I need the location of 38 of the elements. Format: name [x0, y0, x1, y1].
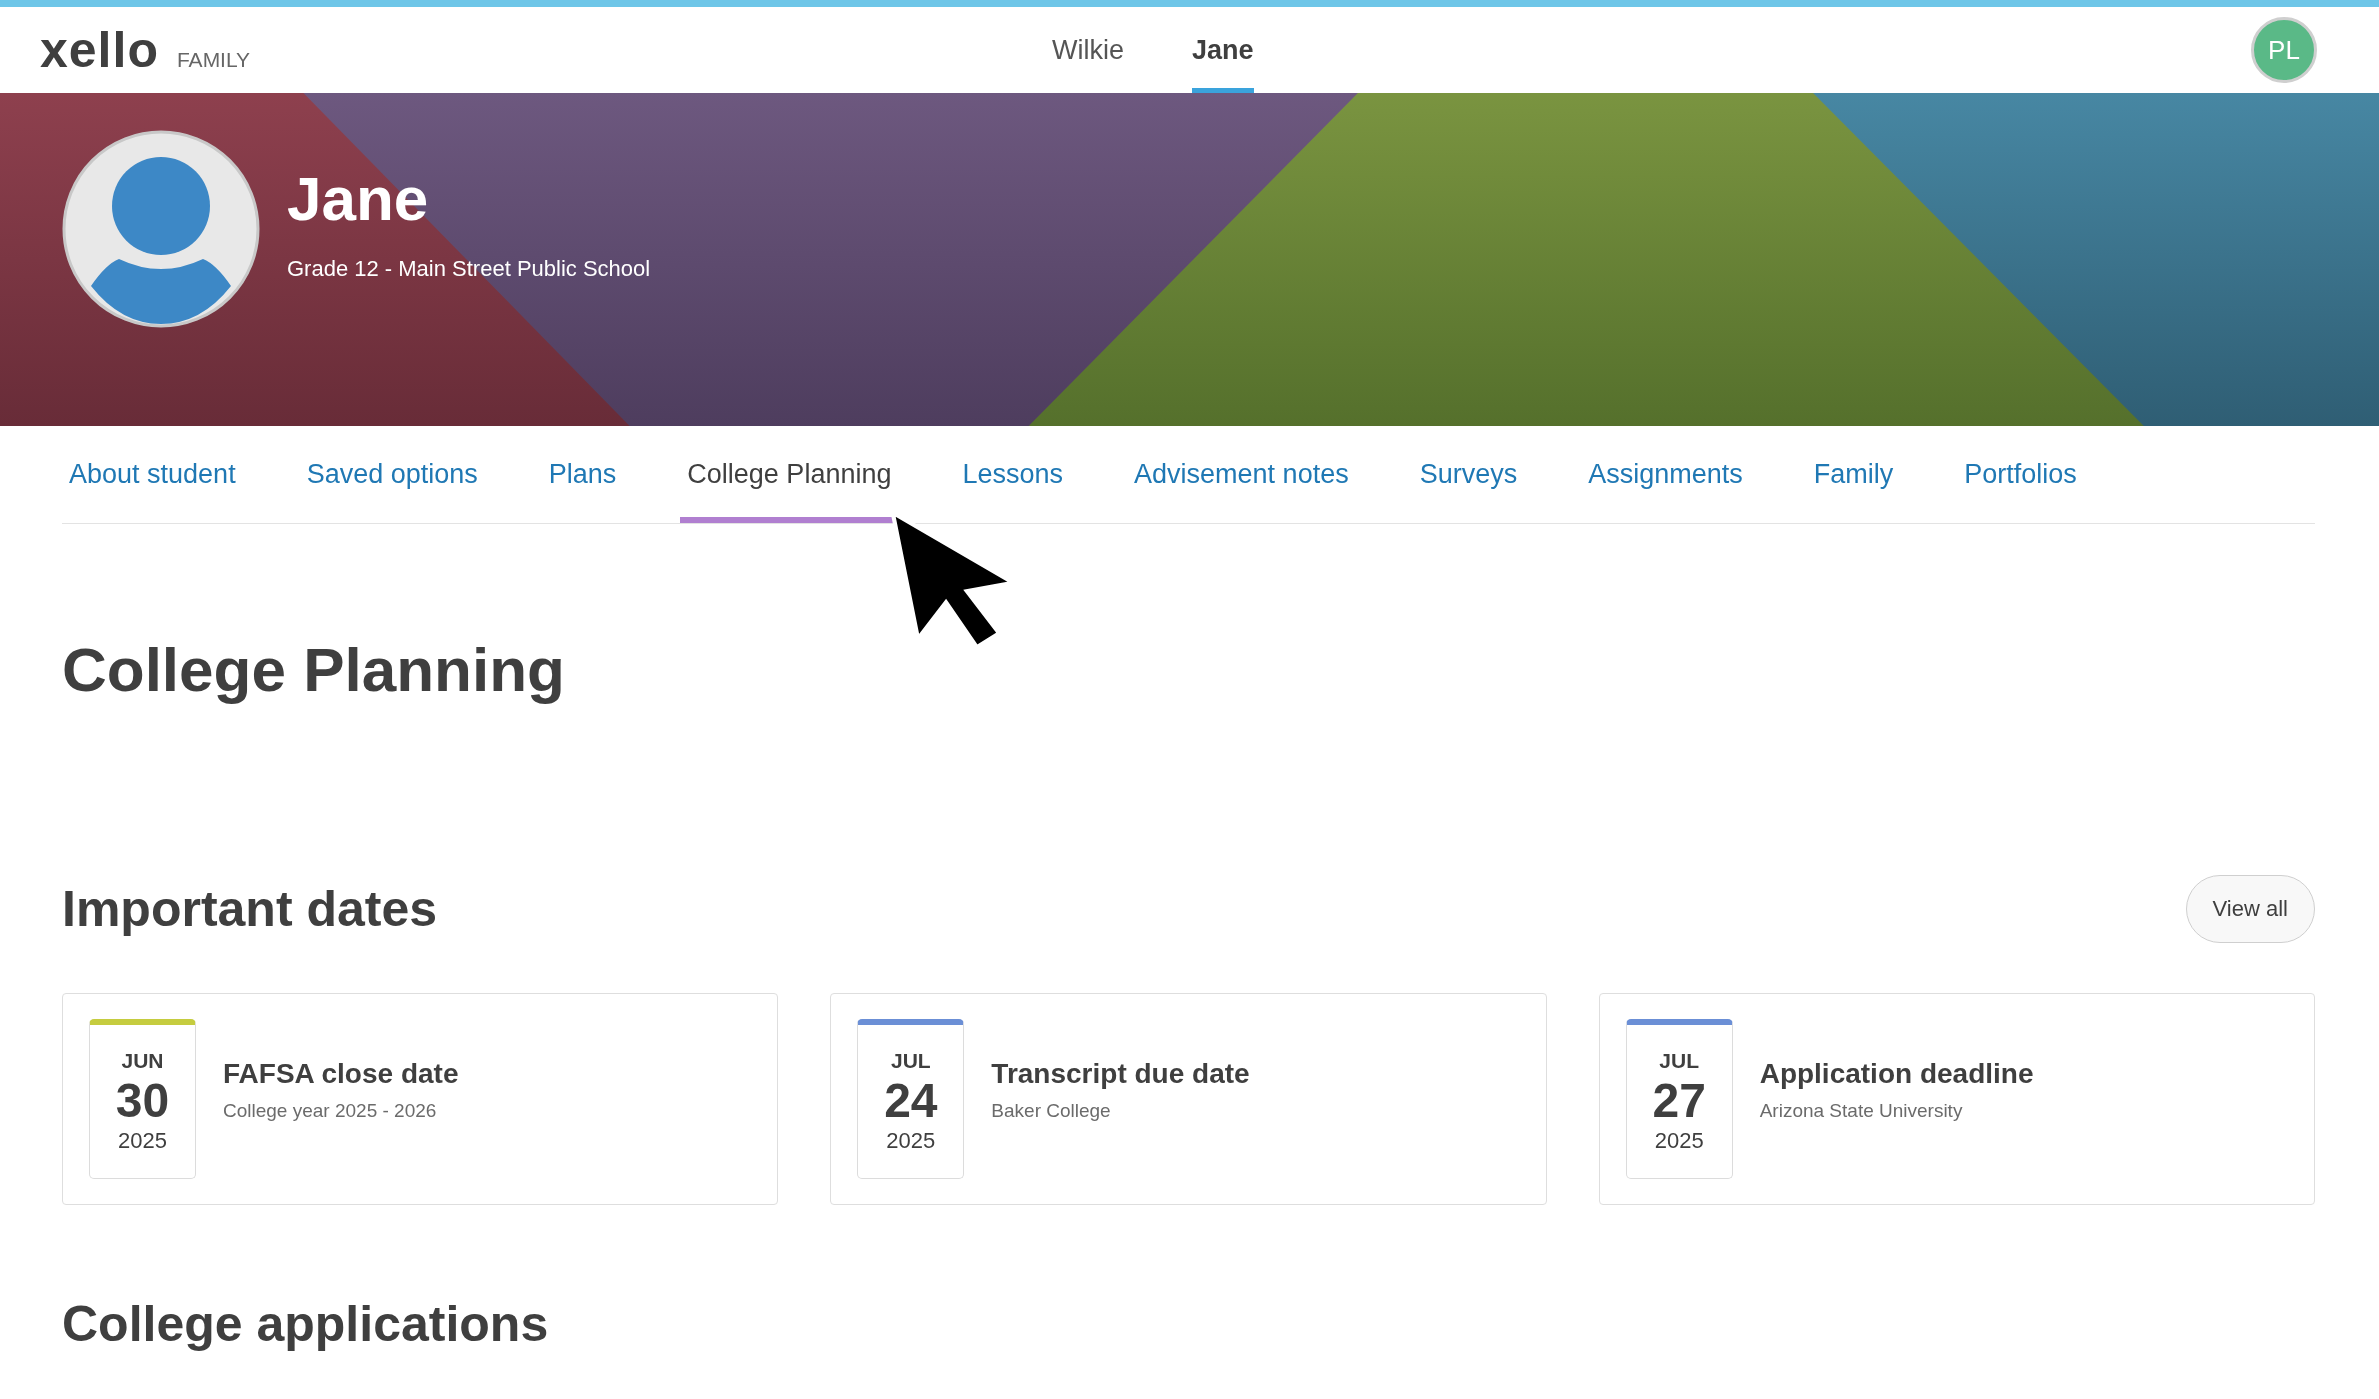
date-day: 27 — [1652, 1072, 1706, 1129]
date-year: 2025 — [118, 1128, 167, 1155]
section-tab[interactable]: About student — [62, 426, 243, 523]
date-subtitle: Arizona State University — [1759, 1100, 1964, 1122]
date-title: FAFSA close date — [223, 1058, 459, 1090]
date-title: Application deadline — [1759, 1058, 2034, 1090]
product-label: FAMILY — [176, 48, 251, 72]
view-all-button[interactable]: View all — [2185, 875, 2315, 943]
section-tab[interactable]: Advisement notes — [1127, 426, 1356, 523]
section-title: Important dates — [62, 880, 438, 938]
date-month: JUN — [121, 1048, 164, 1073]
date-title: Transcript due date — [991, 1058, 1250, 1090]
date-card[interactable]: JUN 30 2025 FAFSA close date College year 2025 - 2026 — [62, 993, 779, 1205]
section-tab[interactable]: Lessons — [955, 426, 1071, 523]
student-name: Jane — [287, 163, 430, 234]
section-tab[interactable]: Portfolios — [1957, 426, 2084, 523]
section-title: College applications — [62, 1295, 550, 1353]
user-avatar[interactable]: PL — [2251, 17, 2317, 83]
date-month: JUL — [891, 1048, 931, 1073]
section-tab[interactable]: Assignments — [1581, 426, 1750, 523]
date-day: 24 — [884, 1072, 938, 1129]
date-year: 2025 — [1654, 1128, 1704, 1155]
date-subtitle: College year 2025 - 2026 — [223, 1100, 438, 1122]
date-day: 30 — [115, 1072, 170, 1129]
section-tab[interactable]: Family — [1806, 426, 1901, 523]
date-subtitle: Baker College — [991, 1100, 1112, 1122]
section-tab[interactable]: Plans — [541, 426, 624, 523]
section-tab[interactable]: Surveys — [1412, 426, 1525, 523]
xello-logo[interactable]: xello — [40, 21, 159, 79]
student-tab[interactable]: Wilkie — [1052, 7, 1124, 93]
date-card[interactable]: JUL 27 2025 Application deadline Arizona State University — [1598, 993, 2315, 1205]
date-year: 2025 — [886, 1128, 936, 1155]
student-grade-school: Grade 12 - Main Street Public School — [287, 256, 651, 282]
section-tab[interactable]: Saved options — [299, 426, 485, 523]
date-card[interactable]: JUL 24 2025 Transcript due date Baker College — [830, 993, 1547, 1205]
avatar-silhouette-icon — [61, 129, 261, 329]
page-title: College Planning — [62, 634, 566, 705]
date-month: JUL — [1659, 1048, 1699, 1073]
